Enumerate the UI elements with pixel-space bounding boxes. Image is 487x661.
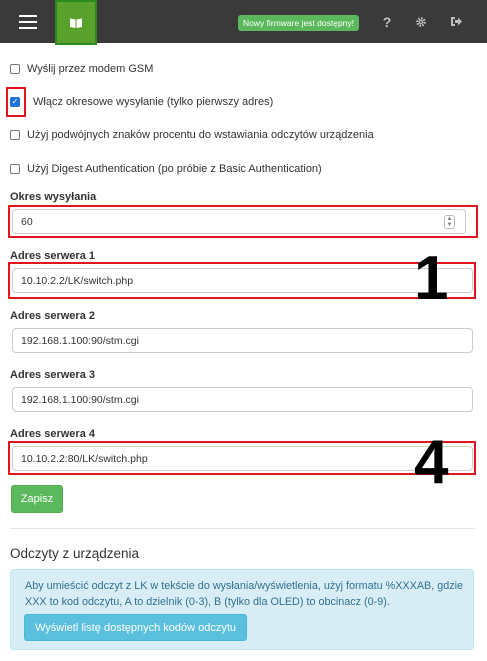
gsm-label: Wyślij przez modem GSM [27, 63, 154, 75]
periodic-option[interactable]: ✓ Włącz okresowe wysyłanie (tylko pierws… [10, 96, 273, 108]
server-3-input[interactable]: 192.168.1.100:90/stm.cgi [12, 387, 473, 412]
logout-icon[interactable] [446, 12, 466, 32]
divider [10, 528, 475, 529]
double-percent-option[interactable]: Użyj podwójnych znaków procentu do wstaw… [10, 129, 374, 141]
periodic-label: Włącz okresowe wysyłanie (tylko pierwszy… [33, 96, 274, 108]
show-reading-codes-button[interactable]: Wyświetl listę dostępnych kodów odczytu [24, 614, 248, 641]
menu-icon[interactable] [8, 6, 48, 38]
server-4-label: Adres serwera 4 [10, 428, 95, 440]
annotation-number-4: 4 [414, 428, 449, 497]
server-3-label: Adres serwera 3 [10, 369, 95, 381]
server-2-value: 192.168.1.100:90/stm.cgi [21, 334, 139, 347]
digest-label: Użyj Digest Authentication (po próbie z … [27, 163, 322, 175]
period-highlight [8, 205, 478, 238]
readings-info-box: Aby umieścić odczyt z LK w tekście do wy… [10, 569, 474, 650]
server-4-highlight [8, 441, 476, 475]
server-1-label: Adres serwera 1 [10, 250, 95, 262]
gear-icon[interactable] [411, 12, 431, 32]
period-label: Okres wysyłania [10, 191, 97, 203]
readings-info-text: Aby umieścić odczyt z LK w tekście do wy… [25, 580, 464, 608]
save-button[interactable]: Zapisz [11, 485, 63, 513]
help-icon[interactable]: ? [377, 12, 397, 32]
digest-option[interactable]: Użyj Digest Authentication (po próbie z … [10, 163, 322, 175]
digest-checkbox[interactable] [10, 164, 20, 174]
server-1-highlight [8, 262, 476, 299]
annotation-number-1: 1 [414, 244, 449, 313]
double-percent-checkbox[interactable] [10, 130, 20, 140]
gsm-checkbox[interactable] [10, 64, 20, 74]
periodic-highlight [6, 87, 26, 117]
double-percent-label: Użyj podwójnych znaków procentu do wstaw… [27, 129, 374, 141]
gsm-option[interactable]: Wyślij przez modem GSM [10, 63, 153, 75]
firmware-update-badge[interactable]: Nowy firmware jest dostępny! [238, 15, 360, 31]
book-icon[interactable] [55, 0, 97, 45]
server-2-label: Adres serwera 2 [10, 310, 95, 322]
server-2-input[interactable]: 192.168.1.100:90/stm.cgi [12, 328, 473, 353]
top-bar: Nowy firmware jest dostępny! ? [0, 0, 487, 45]
readings-title: Odczyty z urządzenia [10, 546, 140, 561]
server-3-value: 192.168.1.100:90/stm.cgi [21, 393, 139, 406]
